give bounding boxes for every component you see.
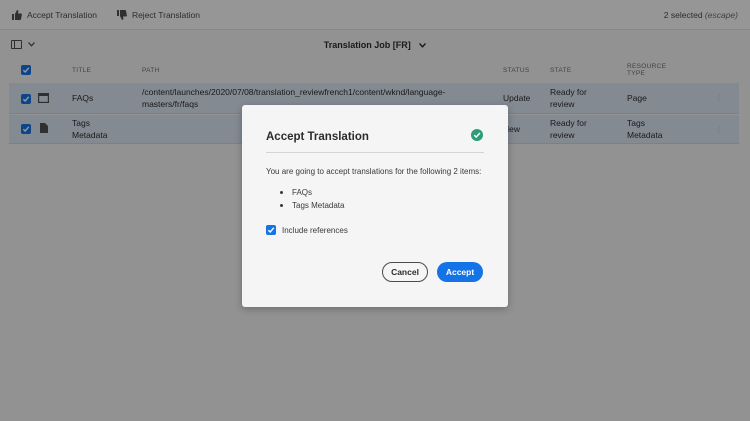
accept-button[interactable]: Accept [437, 262, 483, 282]
dialog-item-list: FAQs Tags Metadata [280, 186, 344, 212]
include-references-checkbox[interactable] [266, 225, 276, 235]
checkmark-icon [267, 227, 275, 234]
dialog-message: You are going to accept translations for… [266, 167, 482, 176]
accept-translation-dialog: Accept Translation You are going to acce… [242, 105, 508, 307]
list-item: FAQs [280, 186, 344, 199]
check-circle-icon [471, 129, 483, 141]
cancel-button[interactable]: Cancel [382, 262, 428, 282]
list-item: Tags Metadata [280, 199, 344, 212]
dialog-title: Accept Translation [266, 131, 369, 143]
include-references-label: Include references [282, 225, 348, 235]
include-references-option[interactable]: Include references [266, 225, 348, 235]
dialog-divider [266, 152, 484, 153]
